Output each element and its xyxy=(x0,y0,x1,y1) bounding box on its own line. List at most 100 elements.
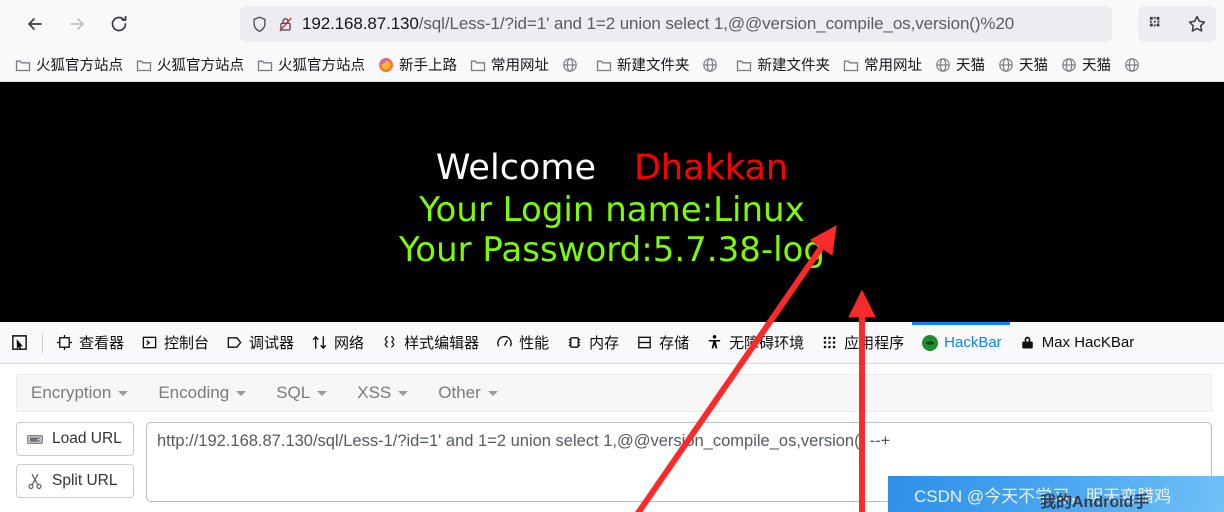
menu-label: XSS xyxy=(357,383,392,402)
tab-inspector[interactable]: 查看器 xyxy=(47,322,132,363)
url-host: 192.168.87.130 xyxy=(302,14,419,33)
bookmark-label: 新建文件夹 xyxy=(617,58,690,74)
forward-button[interactable] xyxy=(60,7,94,41)
memory-icon xyxy=(565,333,584,352)
bookmarks-bar: 火狐官方站点 火狐官方站点 火狐官方站点 新手上路 常用网址 新建文件夹 新建文… xyxy=(0,48,1224,82)
menu-label: Encryption xyxy=(31,383,112,402)
network-icon xyxy=(310,333,329,352)
storage-icon xyxy=(635,333,654,352)
bookmark-label: 新手上路 xyxy=(399,58,457,74)
menu-sql[interactable]: SQL xyxy=(276,383,328,403)
accessibility-icon xyxy=(705,333,724,352)
tab-storage[interactable]: 存储 xyxy=(627,322,697,363)
arrow-right-icon xyxy=(67,14,87,34)
page-content-area: Welcome Dhakkan Your Login name:Linux You… xyxy=(0,82,1224,322)
tab-label: 内存 xyxy=(589,335,620,352)
tab-max-hackbar[interactable]: Max HacKBar xyxy=(1010,322,1143,363)
bookmark-item[interactable]: 天猫 xyxy=(1054,52,1117,78)
globe-icon xyxy=(1123,56,1140,73)
url-bar[interactable]: 192.168.87.130/sql/Less-1/?id=1' and 1=2… xyxy=(240,6,1112,42)
bookmark-label: 火狐官方站点 xyxy=(278,58,365,74)
performance-icon xyxy=(495,333,514,352)
split-url-button[interactable]: Split URL xyxy=(16,464,134,498)
element-picker-icon[interactable] xyxy=(0,322,38,363)
bookmark-item[interactable] xyxy=(1117,52,1151,78)
chevron-down-icon xyxy=(487,390,498,396)
qr-code-icon[interactable] xyxy=(1143,9,1173,39)
debugger-icon xyxy=(225,333,244,352)
globe-icon xyxy=(997,56,1014,73)
tab-performance[interactable]: 性能 xyxy=(487,322,557,363)
globe-icon xyxy=(934,56,951,73)
tab-memory[interactable]: 内存 xyxy=(557,322,627,363)
tab-label: 存储 xyxy=(659,335,690,352)
tab-label: 查看器 xyxy=(79,335,125,352)
bookmark-item[interactable]: 新建文件夹 xyxy=(730,52,837,78)
arrow-left-icon xyxy=(25,14,45,34)
inspector-icon xyxy=(55,333,74,352)
bookmark-label: 火狐官方站点 xyxy=(157,58,244,74)
bookmark-item[interactable]: 常用网址 xyxy=(463,52,555,78)
load-url-icon xyxy=(25,429,45,449)
menu-label: Other xyxy=(438,383,481,402)
tab-label: 调试器 xyxy=(249,335,295,352)
folder-icon xyxy=(135,56,152,73)
load-url-button[interactable]: Load URL xyxy=(16,422,134,456)
browser-window: 192.168.87.130/sql/Less-1/?id=1' and 1=2… xyxy=(0,0,1224,512)
chevron-down-icon xyxy=(398,390,409,396)
bookmark-item[interactable]: 火狐官方站点 xyxy=(129,52,250,78)
globe-icon xyxy=(561,56,578,73)
back-button[interactable] xyxy=(18,7,52,41)
tab-label: 网络 xyxy=(334,335,365,352)
bookmark-item[interactable]: 新建文件夹 xyxy=(589,52,696,78)
bookmark-label: 天猫 xyxy=(956,58,985,74)
tab-accessibility[interactable]: 无障碍环境 xyxy=(697,322,812,363)
bookmark-item[interactable]: 常用网址 xyxy=(836,52,928,78)
firefox-icon xyxy=(377,56,394,73)
password-line: Your Password:5.7.38-log xyxy=(399,230,825,270)
shield-icon[interactable] xyxy=(246,11,272,37)
menu-label: SQL xyxy=(276,383,311,402)
hackbar-button-column: Load URL Split URL xyxy=(16,422,134,508)
menu-encryption[interactable]: Encryption xyxy=(31,383,129,403)
folder-icon xyxy=(256,56,273,73)
bookmark-item[interactable]: 火狐官方站点 xyxy=(250,52,371,78)
tab-console[interactable]: 控制台 xyxy=(132,322,217,363)
button-label: Split URL xyxy=(52,472,118,489)
split-url-icon xyxy=(25,471,45,491)
bookmark-item[interactable]: 新手上路 xyxy=(371,52,463,78)
bookmark-label: 常用网址 xyxy=(864,58,922,74)
tab-style-editor[interactable]: 样式编辑器 xyxy=(372,322,487,363)
bookmark-label: 常用网址 xyxy=(491,58,549,74)
menu-xss[interactable]: XSS xyxy=(357,383,409,403)
folder-icon xyxy=(842,56,859,73)
bookmark-item[interactable]: 天猫 xyxy=(928,52,991,78)
folder-icon xyxy=(14,56,31,73)
tab-label: 应用程序 xyxy=(844,335,905,352)
menu-other[interactable]: Other xyxy=(438,383,498,403)
bookmark-item[interactable] xyxy=(555,52,589,78)
bookmark-label: 火狐官方站点 xyxy=(36,58,123,74)
tab-label: Max HacKBar xyxy=(1041,334,1135,351)
tab-hackbar[interactable]: HackBar xyxy=(912,322,1010,363)
bookmark-label: 新建文件夹 xyxy=(757,58,831,74)
tab-network[interactable]: 网络 xyxy=(302,322,372,363)
login-name-line: Your Login name:Linux xyxy=(419,190,805,230)
tab-debugger[interactable]: 调试器 xyxy=(217,322,302,363)
chevron-down-icon xyxy=(118,390,129,396)
devtools-toolbar: 查看器 控制台 调试器 网络 样式编辑器 性能 内存 存储 无障碍环境 应用程序… xyxy=(0,322,1224,364)
tab-application[interactable]: 应用程序 xyxy=(812,322,912,363)
menu-encoding[interactable]: Encoding xyxy=(158,383,247,403)
folder-icon xyxy=(469,56,486,73)
bookmark-item[interactable]: 天猫 xyxy=(991,52,1054,78)
star-icon[interactable] xyxy=(1182,9,1212,39)
welcome-heading: Welcome Dhakkan xyxy=(0,148,1224,188)
urlbar-actions xyxy=(1138,6,1216,42)
bookmark-item[interactable]: 火狐官方站点 xyxy=(8,52,129,78)
button-label: Load URL xyxy=(52,430,122,447)
folder-icon xyxy=(595,56,612,73)
tab-label: 样式编辑器 xyxy=(404,335,480,352)
lock-crossed-icon[interactable] xyxy=(272,11,298,37)
reload-button[interactable] xyxy=(102,7,136,41)
bookmark-item[interactable] xyxy=(696,52,730,78)
